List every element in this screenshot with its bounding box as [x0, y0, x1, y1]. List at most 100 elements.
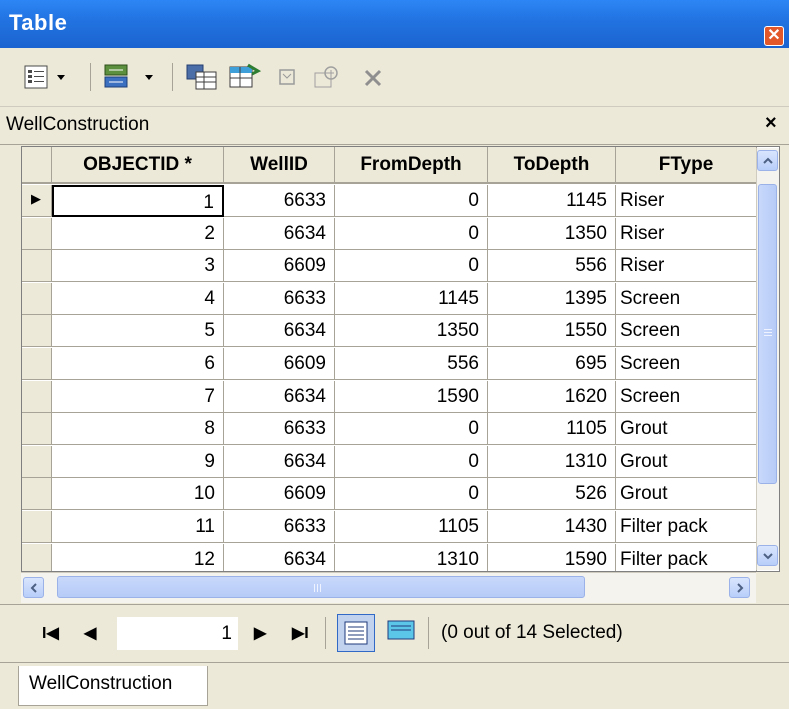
- cell-ftype[interactable]: Screen: [616, 348, 757, 380]
- row-selector[interactable]: [22, 381, 52, 413]
- cell-objectid[interactable]: 7: [52, 381, 224, 413]
- cell-fromdepth[interactable]: 1310: [335, 544, 488, 571]
- column-header-todepth[interactable]: ToDepth: [488, 147, 616, 184]
- cell-ftype[interactable]: Grout: [616, 446, 757, 478]
- cell-todepth[interactable]: 1395: [488, 283, 616, 315]
- cell-wellid[interactable]: 6634: [224, 544, 335, 571]
- cell-objectid[interactable]: 5: [52, 315, 224, 347]
- cell-todepth[interactable]: 556: [488, 250, 616, 282]
- next-record-button[interactable]: ▶: [254, 623, 266, 643]
- row-selector[interactable]: [22, 348, 52, 380]
- cell-ftype[interactable]: Screen: [616, 315, 757, 347]
- table-options-button[interactable]: [22, 61, 70, 93]
- column-header-ftype[interactable]: FType: [616, 147, 757, 184]
- cell-todepth[interactable]: 526: [488, 478, 616, 510]
- close-table-button[interactable]: ×: [765, 112, 777, 135]
- cell-objectid[interactable]: 4: [52, 283, 224, 315]
- cell-ftype[interactable]: Screen: [616, 283, 757, 315]
- row-selector[interactable]: [22, 315, 52, 347]
- bottom-tab-wellconstruction[interactable]: WellConstruction: [18, 666, 208, 706]
- cell-objectid[interactable]: 2: [52, 218, 224, 250]
- row-selector[interactable]: [22, 511, 52, 543]
- cell-fromdepth[interactable]: 0: [335, 413, 488, 445]
- cell-wellid[interactable]: 6633: [224, 511, 335, 543]
- cell-todepth[interactable]: 1145: [488, 185, 616, 217]
- cell-objectid[interactable]: 12: [52, 544, 224, 571]
- cell-todepth[interactable]: 1105: [488, 413, 616, 445]
- cell-wellid[interactable]: 6634: [224, 315, 335, 347]
- title-bar[interactable]: Table ✕: [0, 0, 789, 48]
- row-selector[interactable]: [22, 544, 52, 571]
- zoom-to-selected-button[interactable]: [310, 61, 344, 93]
- cell-ftype[interactable]: Filter pack: [616, 544, 757, 571]
- cell-wellid[interactable]: 6634: [224, 218, 335, 250]
- cell-objectid[interactable]: 6: [52, 348, 224, 380]
- cell-todepth[interactable]: 1590: [488, 544, 616, 571]
- row-selector[interactable]: [22, 218, 52, 250]
- row-selector[interactable]: ▶: [22, 185, 52, 217]
- cell-fromdepth[interactable]: 1590: [335, 381, 488, 413]
- cell-ftype[interactable]: Riser: [616, 185, 757, 217]
- scroll-right-button[interactable]: [729, 577, 750, 598]
- cell-fromdepth[interactable]: 0: [335, 218, 488, 250]
- cell-todepth[interactable]: 1350: [488, 218, 616, 250]
- last-record-button[interactable]: ▶I: [292, 623, 309, 643]
- cell-fromdepth[interactable]: 0: [335, 250, 488, 282]
- delete-selected-button[interactable]: [356, 61, 390, 93]
- cell-wellid[interactable]: 6633: [224, 185, 335, 217]
- cell-objectid[interactable]: 9: [52, 446, 224, 478]
- row-selector[interactable]: [22, 478, 52, 510]
- switch-selection-button[interactable]: [224, 61, 264, 93]
- cell-todepth[interactable]: 695: [488, 348, 616, 380]
- scroll-left-button[interactable]: [23, 577, 44, 598]
- cell-wellid[interactable]: 6634: [224, 446, 335, 478]
- cell-fromdepth[interactable]: 1105: [335, 511, 488, 543]
- current-record-field[interactable]: 1: [117, 617, 238, 650]
- vertical-scroll-thumb[interactable]: [758, 184, 777, 484]
- row-selector[interactable]: [22, 446, 52, 478]
- cell-objectid[interactable]: 11: [52, 511, 224, 543]
- window-close-button[interactable]: ✕: [764, 26, 784, 46]
- clear-selection-button[interactable]: [272, 61, 304, 93]
- cell-fromdepth[interactable]: 0: [335, 185, 488, 217]
- row-selector[interactable]: [22, 283, 52, 315]
- column-header-objectid[interactable]: OBJECTID *: [52, 147, 224, 184]
- cell-ftype[interactable]: Grout: [616, 413, 757, 445]
- row-selector[interactable]: [22, 413, 52, 445]
- cell-objectid[interactable]: 10: [52, 478, 224, 510]
- cell-ftype[interactable]: Filter pack: [616, 511, 757, 543]
- cell-wellid[interactable]: 6633: [224, 413, 335, 445]
- first-record-button[interactable]: I◀: [42, 623, 59, 643]
- cell-todepth[interactable]: 1310: [488, 446, 616, 478]
- show-all-records-button[interactable]: [337, 614, 375, 652]
- cell-todepth[interactable]: 1550: [488, 315, 616, 347]
- cell-objectid[interactable]: 8: [52, 413, 224, 445]
- select-by-attributes-button[interactable]: [182, 61, 222, 93]
- cell-wellid[interactable]: 6633: [224, 283, 335, 315]
- cell-ftype[interactable]: Riser: [616, 218, 757, 250]
- show-selected-records-button[interactable]: [382, 614, 420, 648]
- cell-fromdepth[interactable]: 0: [335, 446, 488, 478]
- cell-wellid[interactable]: 6609: [224, 348, 335, 380]
- cell-wellid[interactable]: 6609: [224, 478, 335, 510]
- cell-fromdepth[interactable]: 0: [335, 478, 488, 510]
- cell-todepth[interactable]: 1620: [488, 381, 616, 413]
- scroll-down-button[interactable]: [757, 545, 778, 566]
- cell-wellid[interactable]: 6609: [224, 250, 335, 282]
- cell-objectid[interactable]: 1: [52, 185, 224, 217]
- horizontal-scrollbar[interactable]: [21, 572, 756, 603]
- cell-fromdepth[interactable]: 1145: [335, 283, 488, 315]
- cell-todepth[interactable]: 1430: [488, 511, 616, 543]
- cell-fromdepth[interactable]: 556: [335, 348, 488, 380]
- row-selector-header[interactable]: [22, 147, 52, 184]
- cell-ftype[interactable]: Grout: [616, 478, 757, 510]
- cell-ftype[interactable]: Screen: [616, 381, 757, 413]
- cell-ftype[interactable]: Riser: [616, 250, 757, 282]
- row-selector[interactable]: [22, 250, 52, 282]
- previous-record-button[interactable]: ◀: [84, 623, 96, 643]
- vertical-scrollbar[interactable]: [756, 148, 779, 570]
- cell-fromdepth[interactable]: 1350: [335, 315, 488, 347]
- cell-wellid[interactable]: 6634: [224, 381, 335, 413]
- column-header-fromdepth[interactable]: FromDepth: [335, 147, 488, 184]
- related-tables-button[interactable]: [100, 61, 160, 93]
